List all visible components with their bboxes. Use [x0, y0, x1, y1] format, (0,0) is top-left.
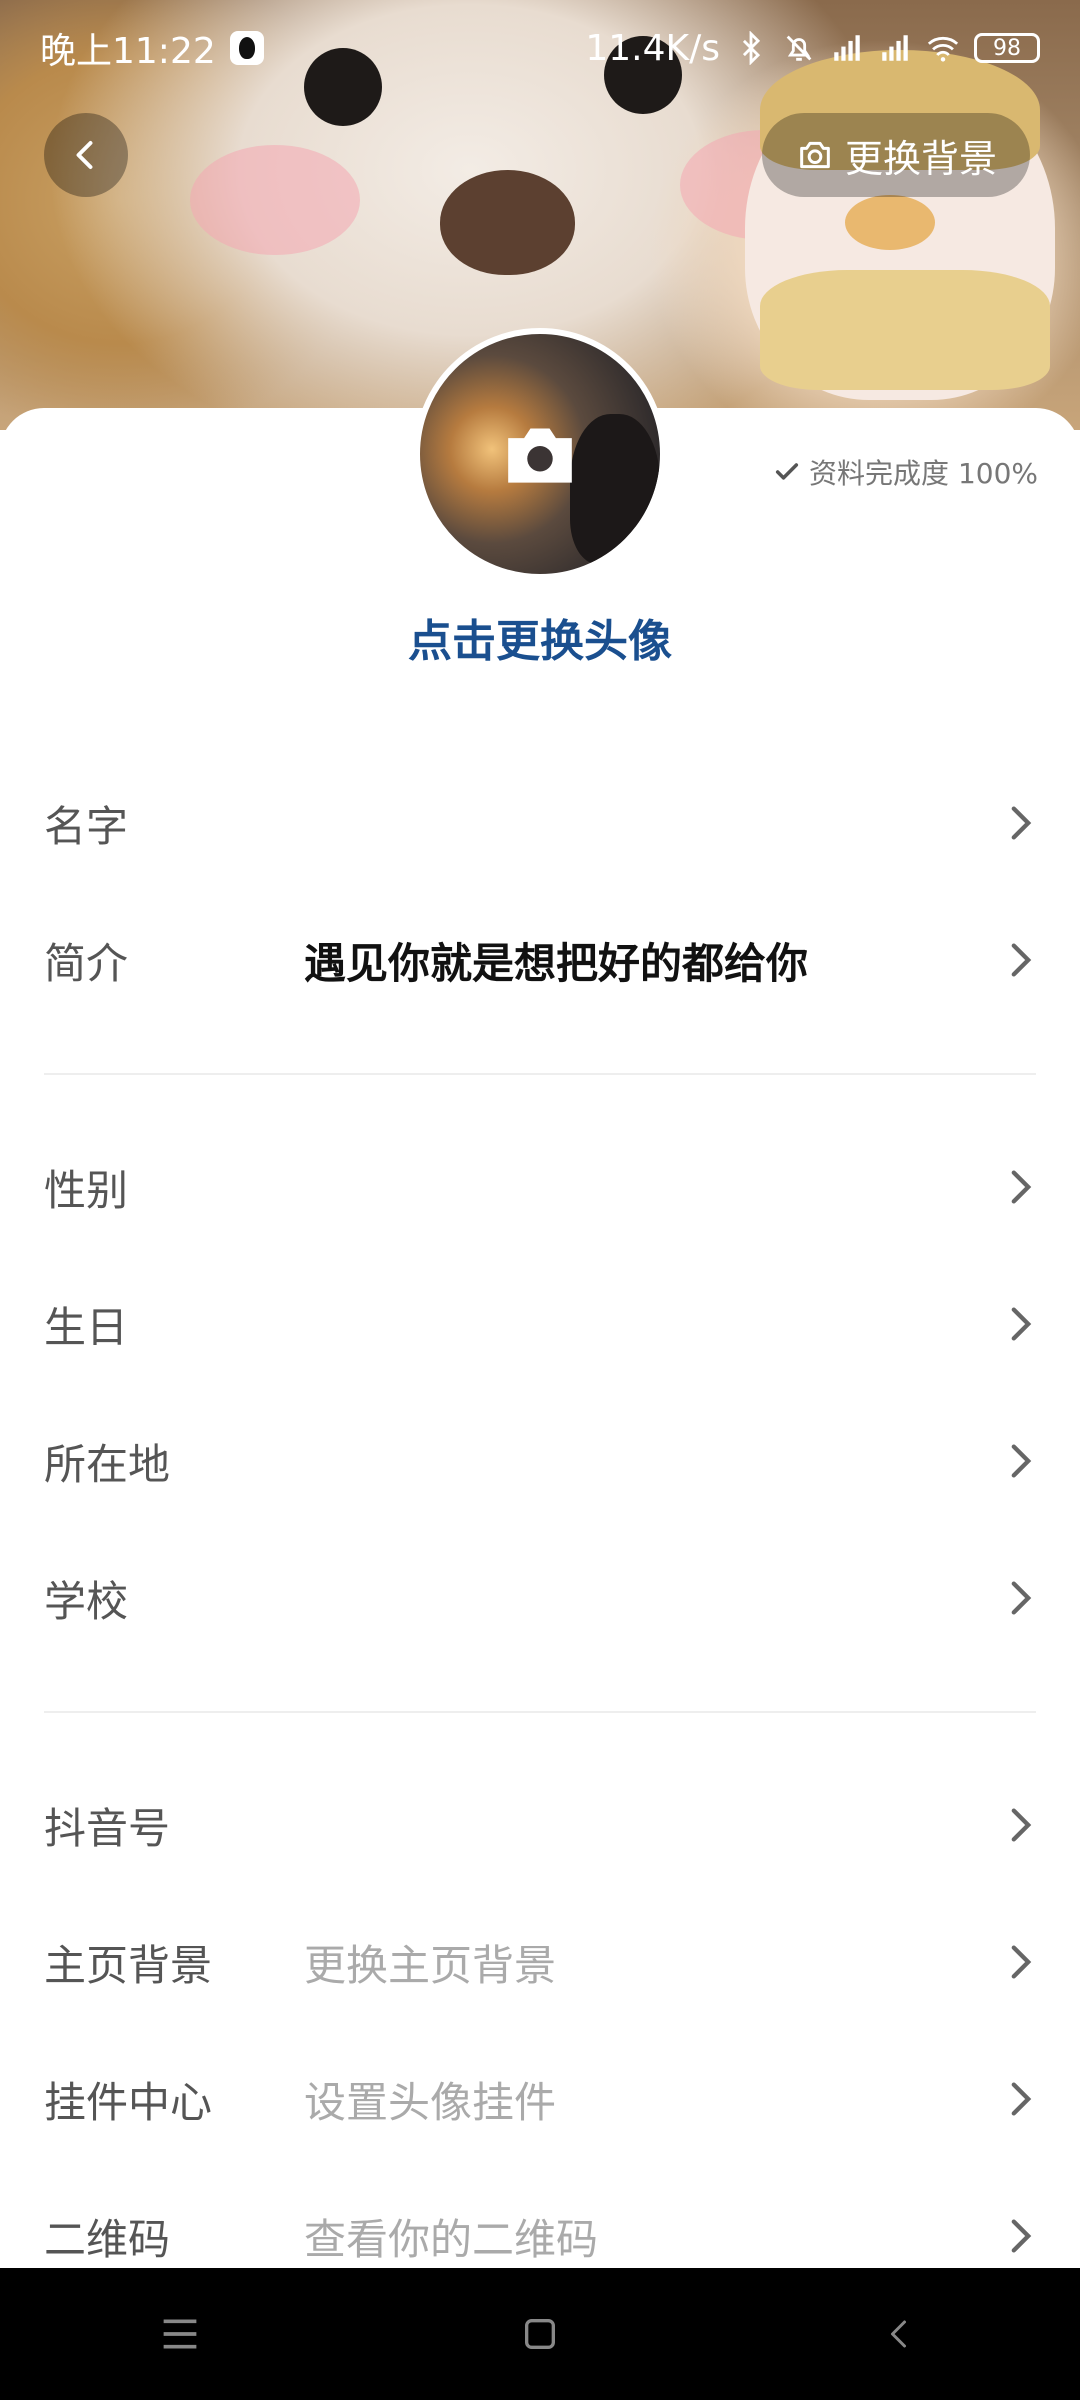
pig-cape [760, 270, 1050, 390]
chevron-right-icon [1006, 940, 1036, 980]
row-location[interactable]: 所在地 [0, 1401, 1080, 1521]
qq-notification-icon [229, 31, 264, 65]
chevron-right-icon [1006, 1167, 1036, 1207]
chevron-right-icon [1006, 1578, 1036, 1618]
row-bio[interactable]: 简介 遇见你就是想把好的都给你 [0, 900, 1080, 1020]
completeness-text: 资料完成度 100% [809, 457, 1038, 490]
signal-hd-2-icon [882, 35, 908, 61]
bluetooth-icon [742, 31, 761, 65]
back-icon [891, 2320, 906, 2348]
mute-bell-icon [786, 35, 812, 61]
row-birthday[interactable]: 生日 [0, 1264, 1080, 1384]
chevron-right-icon [1006, 1805, 1036, 1845]
row-label: 挂件中心 [44, 2077, 213, 2127]
status-bar: 晚上11:22 11.4K/s 98 [0, 0, 1080, 96]
status-net-speed: 11.4K/s [585, 27, 720, 69]
row-label: 名字 [44, 801, 129, 851]
nav-back-button[interactable] [860, 2294, 940, 2374]
section-divider [44, 1711, 1036, 1713]
row-pendant-center[interactable]: 挂件中心 设置头像挂件 [0, 2039, 1080, 2159]
menu-icon [163, 2319, 197, 2349]
row-value: 遇见你就是想把好的都给你 [304, 938, 809, 988]
row-value: 查看你的二维码 [304, 2214, 599, 2264]
row-label: 简介 [44, 938, 129, 988]
home-square-icon [525, 2319, 555, 2349]
change-background-button[interactable]: 更换背景 [762, 113, 1030, 197]
back-button[interactable] [44, 113, 128, 197]
chevron-right-icon [1006, 803, 1036, 843]
change-avatar-link[interactable]: 点击更换头像 [0, 605, 1080, 669]
profile-completeness: 资料完成度 100% [773, 452, 1038, 492]
chevron-right-icon [1006, 2216, 1036, 2256]
change-background-label: 更换背景 [844, 136, 997, 181]
row-homepage-background[interactable]: 主页背景 更换主页背景 [0, 1902, 1080, 2022]
avatar[interactable] [414, 328, 666, 580]
signal-hd-1-icon [834, 35, 860, 61]
row-label: 抖音号 [44, 1803, 171, 1853]
nav-home-button[interactable] [500, 2294, 580, 2374]
chevron-right-icon [1006, 2079, 1036, 2119]
battery-indicator: 98 [974, 33, 1040, 63]
pig-snout [845, 195, 935, 250]
nav-menu-button[interactable] [140, 2294, 220, 2374]
chevron-right-icon [1006, 1942, 1036, 1982]
status-time: 晚上11:22 [40, 31, 216, 72]
wifi-icon [927, 36, 959, 62]
bear-nose [440, 170, 575, 275]
row-label: 所在地 [44, 1439, 171, 1489]
camera-icon [800, 141, 830, 169]
row-label: 主页背景 [44, 1940, 213, 1990]
row-label: 二维码 [44, 2214, 171, 2264]
row-douyin-id[interactable]: 抖音号 [0, 1765, 1080, 1885]
row-label: 生日 [44, 1302, 129, 1352]
check-icon [775, 463, 799, 480]
chevron-right-icon [1006, 1441, 1036, 1481]
row-gender[interactable]: 性别 [0, 1127, 1080, 1247]
row-name[interactable]: 名字 [0, 763, 1080, 883]
avatar-camera-overlay [420, 334, 660, 574]
row-label: 性别 [44, 1165, 129, 1215]
section-divider [44, 1073, 1036, 1075]
row-value: 设置头像挂件 [304, 2077, 557, 2127]
row-school[interactable]: 学校 [0, 1538, 1080, 1658]
row-value: 更换主页背景 [304, 1940, 557, 1990]
system-navigation-bar [0, 2268, 1080, 2400]
camera-icon [508, 428, 572, 483]
battery-level: 98 [993, 35, 1021, 61]
bear-cheek-left [190, 145, 360, 255]
chevron-right-icon [1006, 1304, 1036, 1344]
row-label: 学校 [44, 1576, 129, 1626]
chevron-left-icon [76, 141, 93, 169]
